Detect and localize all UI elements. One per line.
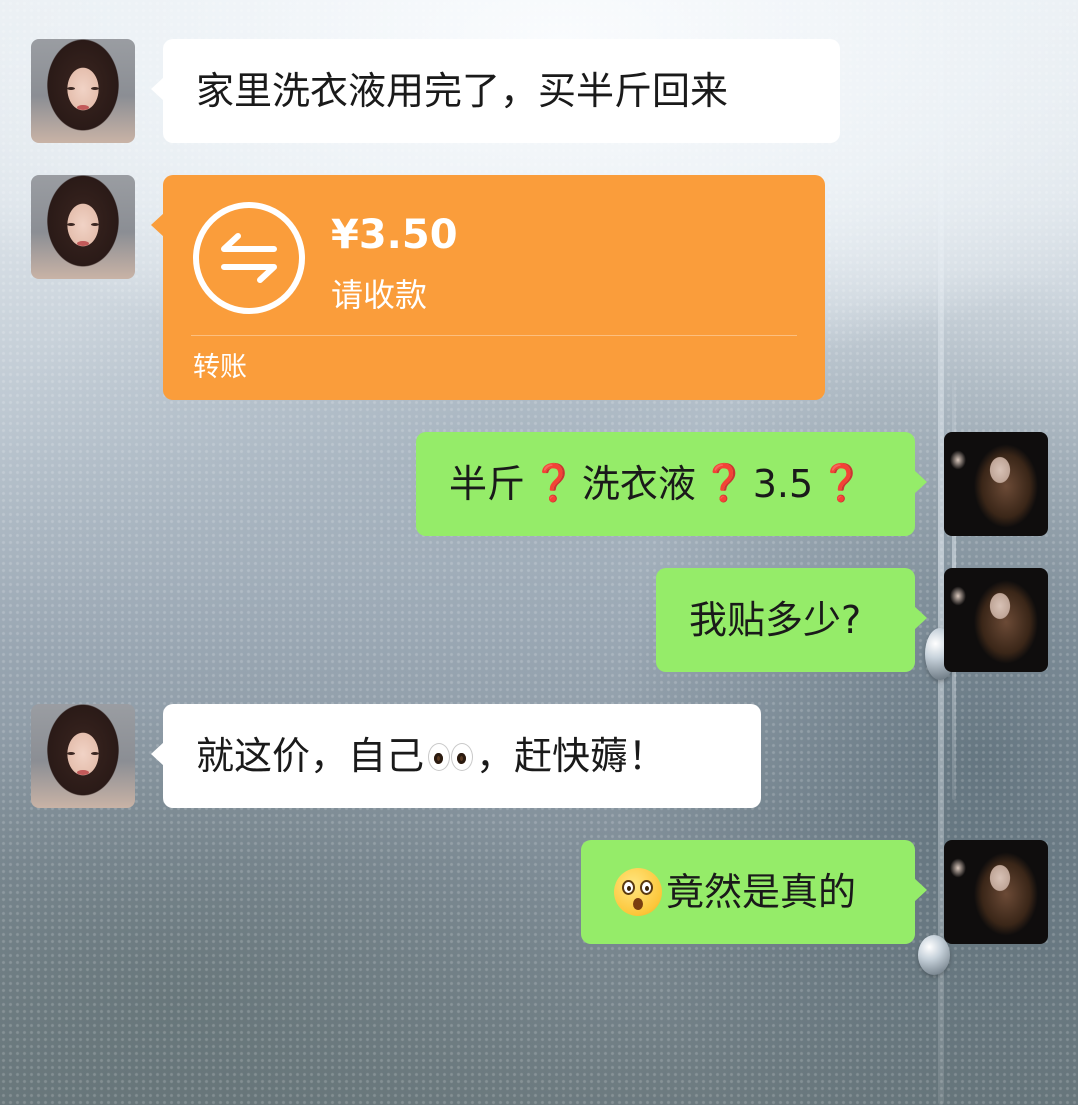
my-avatar[interactable] (944, 432, 1048, 536)
transfer-divider (191, 335, 797, 336)
transfer-arrows-icon (193, 202, 305, 314)
avatar-eye (91, 87, 99, 90)
avatar-lip (77, 770, 89, 775)
message-text: ，赶快薅！ (476, 734, 667, 778)
transfer-label: 转账 (193, 352, 247, 383)
message-text: 3.5 (752, 462, 814, 506)
message-bubble[interactable]: 半斤 ❓ 洗衣液 ❓ 3.5 ❓ (416, 432, 927, 536)
avatar-eye (91, 223, 99, 226)
astonished-face-emoji (614, 868, 662, 916)
question-mark-emoji: ❓ (531, 463, 576, 504)
avatar-lip (77, 105, 89, 110)
avatar-eye (67, 223, 75, 226)
transfer-status: 请收款 (331, 276, 428, 314)
message-bubble[interactable]: 就这价，自己 ，赶快薅！ (151, 704, 761, 808)
message-text: 我贴多少? (689, 598, 862, 642)
contact-avatar[interactable] (31, 39, 135, 143)
message-text: 竟然是真的 (666, 870, 857, 914)
question-mark-emoji: ❓ (819, 463, 864, 504)
my-avatar[interactable] (944, 840, 1048, 944)
question-mark-emoji: ❓ (701, 463, 747, 504)
transfer-amount: ¥3.50 (331, 212, 458, 258)
message-bubble[interactable]: 家里洗衣液用完了，买半斤回来 (151, 39, 840, 143)
frosted-glass-texture (0, 0, 1078, 1105)
my-avatar[interactable] (944, 568, 1048, 672)
avatar-eye (67, 752, 75, 755)
avatar-lip (77, 241, 89, 246)
message-text: 洗衣液 (581, 462, 696, 506)
avatar-eye (67, 87, 75, 90)
message-text: 就这价，自己 (196, 734, 425, 778)
contact-avatar[interactable] (31, 704, 135, 808)
message-text: 家里洗衣液用完了，买半斤回来 (196, 69, 729, 113)
message-text: 半斤 (449, 462, 526, 506)
eyes-emoji (426, 739, 474, 773)
message-bubble[interactable]: 竟然是真的 (581, 840, 927, 944)
contact-avatar[interactable] (31, 175, 135, 279)
message-bubble[interactable]: 我贴多少? (656, 568, 927, 672)
avatar-eye (91, 752, 99, 755)
transfer-card[interactable]: ¥3.50 请收款 转账 (151, 175, 825, 400)
